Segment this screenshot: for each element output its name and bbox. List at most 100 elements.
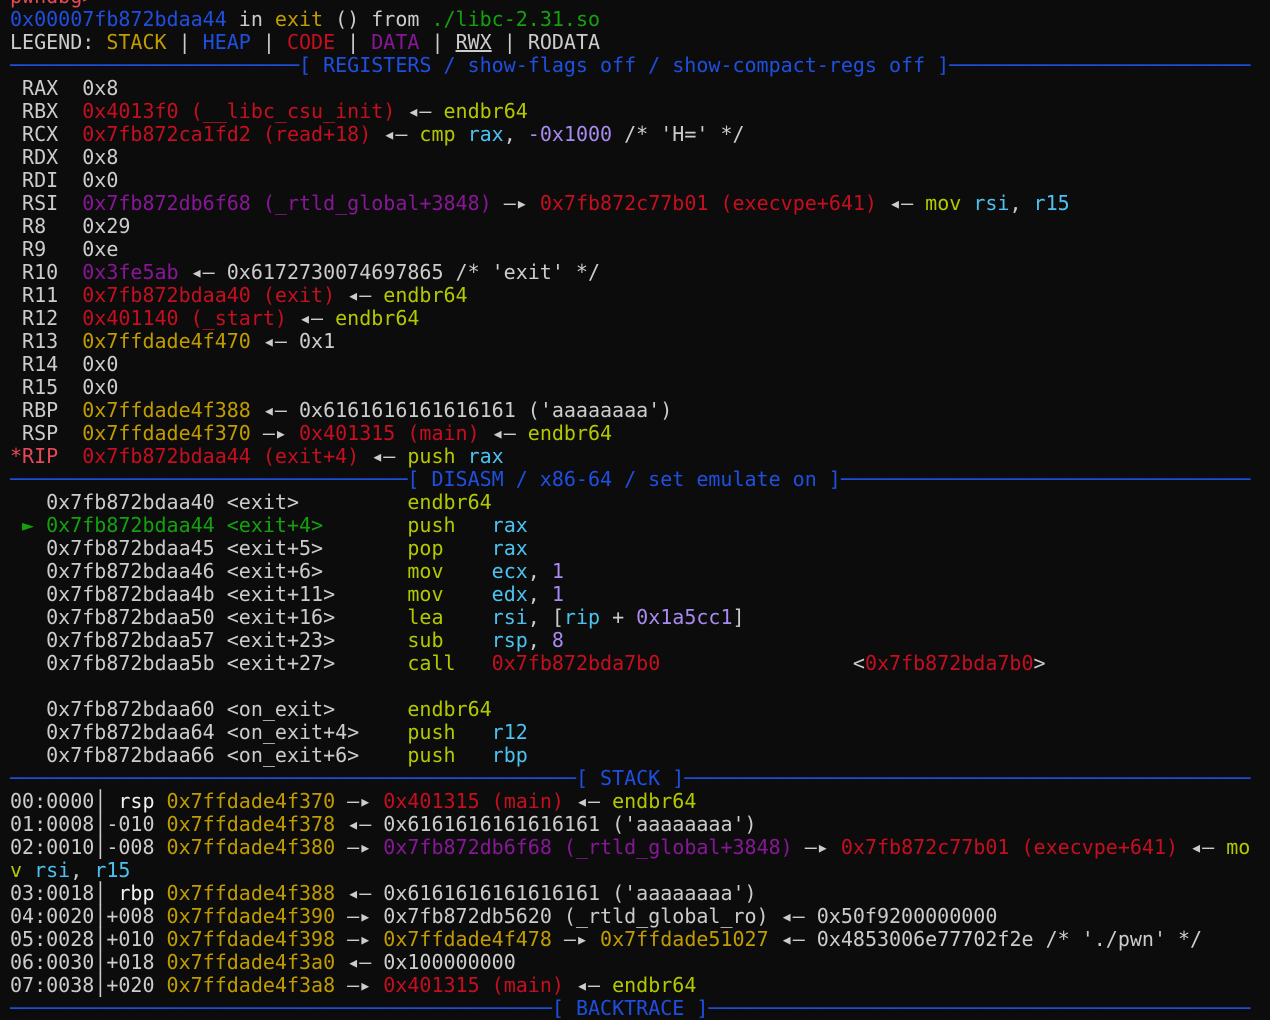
text-segment: 01:0008│-010 bbox=[10, 812, 167, 836]
text-segment: ◂— bbox=[563, 973, 613, 997]
text-segment: rsp bbox=[491, 628, 528, 652]
divider: ───────────────────────────────── bbox=[10, 467, 408, 491]
terminal-line: 02:0010│-008 0x7ffdade4f380 —▸ 0x7fb872d… bbox=[10, 836, 1250, 859]
text-segment bbox=[323, 513, 407, 537]
text-segment: R14 0x0 bbox=[10, 352, 119, 376]
text-segment: ◂— 0x6161616161616161 ('aaaaaaaa') bbox=[335, 881, 757, 905]
text-segment: endbr64 bbox=[335, 306, 420, 330]
text-segment: 04:0020│+008 bbox=[10, 904, 167, 928]
text-segment: 0x7ffdade4f390 bbox=[166, 904, 336, 928]
text-segment: 0x7fb872bdaa44 <exit+4> bbox=[46, 513, 324, 537]
text-segment: endbr64 bbox=[527, 421, 613, 445]
text-segment: STACK bbox=[106, 30, 167, 54]
text-segment: 03:0018│ bbox=[10, 881, 119, 905]
divider: ────────────────────────────────────────… bbox=[708, 996, 1251, 1020]
text-segment: ◂— bbox=[371, 122, 420, 146]
section-title: [ BACKTRACE ] bbox=[551, 996, 709, 1020]
text-segment bbox=[155, 881, 167, 905]
terminal-line: 0x7fb872bdaa45 <exit+5> pop rax bbox=[10, 537, 1250, 560]
text-segment: /* 'H=' */ bbox=[612, 122, 745, 146]
text-segment bbox=[660, 651, 853, 675]
text-segment: sub bbox=[407, 628, 492, 652]
terminal-line: 0x7fb872bdaa57 <exit+23> sub rsp, 8 bbox=[10, 629, 1250, 652]
text-segment: rbp bbox=[491, 743, 528, 767]
terminal-line: 01:0008│-010 0x7ffdade4f378 ◂— 0x6161616… bbox=[10, 813, 1250, 836]
terminal-line: 03:0018│ rbp 0x7ffdade4f388 ◂— 0x6161616… bbox=[10, 882, 1250, 905]
terminal-line: LEGEND: STACK | HEAP | CODE | DATA | RWX… bbox=[10, 31, 1250, 54]
terminal-line: R8 0x29 bbox=[10, 215, 1250, 238]
text-segment: , bbox=[527, 628, 552, 652]
text-segment: call bbox=[407, 651, 492, 675]
terminal-line: R12 0x401140 (_start) ◂— endbr64 bbox=[10, 307, 1250, 330]
text-segment: | bbox=[335, 30, 372, 54]
text-segment: R9 0xe bbox=[10, 237, 119, 261]
text-segment: ► bbox=[10, 513, 47, 537]
text-segment: ◂— bbox=[563, 789, 613, 813]
text-segment: < bbox=[852, 651, 865, 675]
text-segment: 0x7fb872bdaa46 <exit+6> bbox=[10, 559, 408, 583]
text-segment: ◂— bbox=[395, 99, 444, 123]
text-segment: | bbox=[166, 30, 203, 54]
text-segment: endbr64 bbox=[443, 99, 528, 123]
text-segment: mov bbox=[925, 191, 974, 215]
text-segment: endbr64 bbox=[407, 697, 492, 721]
text-segment: > bbox=[1033, 651, 1046, 675]
text-segment: 0x7fb872bdaa44 (exit+4) bbox=[82, 444, 360, 468]
terminal-line: R9 0xe bbox=[10, 238, 1250, 261]
text-segment: ◂— bbox=[1178, 835, 1227, 859]
text-segment: —▸ bbox=[551, 927, 601, 951]
text-segment: RDX 0x8 bbox=[10, 145, 119, 169]
text-segment: 0x7ffdade4f388 bbox=[166, 881, 336, 905]
text-segment: 0x7fb872db6f68 (_rtld_global+3848) bbox=[82, 191, 492, 215]
text-segment: 0x401315 (main) bbox=[383, 789, 564, 813]
text-segment: 0x7fb872bdaa57 <exit+23> bbox=[10, 628, 408, 652]
text-segment: 0x7ffdade4f478 bbox=[383, 927, 552, 951]
terminal-line: 0x7fb872bdaa66 <on_exit+6> push rbp bbox=[10, 744, 1250, 767]
terminal-line: R15 0x0 bbox=[10, 376, 1250, 399]
text-segment: 0x7fb872bdaa45 <exit+5> bbox=[10, 536, 408, 560]
terminal-line: RBP 0x7ffdade4f388 ◂— 0x6161616161616161… bbox=[10, 399, 1250, 422]
text-segment: endbr64 bbox=[407, 490, 492, 514]
text-segment: 06:0030│+018 bbox=[10, 950, 167, 974]
terminal-line: 0x7fb872bdaa50 <exit+16> lea rsi, [rip +… bbox=[10, 606, 1250, 629]
text-segment: endbr64 bbox=[612, 789, 697, 813]
text-segment: r15 bbox=[1033, 191, 1070, 215]
text-segment: | bbox=[419, 30, 456, 54]
text-segment: 0x7fb872bdaa40 <exit> bbox=[10, 490, 408, 514]
text-segment: 0x3fe5ab bbox=[82, 260, 179, 284]
text-segment: 0x401315 (main) bbox=[299, 421, 480, 445]
text-segment: v bbox=[10, 858, 35, 882]
text-segment: exit bbox=[274, 7, 324, 31]
text-segment: rsi bbox=[34, 858, 71, 882]
section-title: [ STACK ] bbox=[575, 766, 685, 790]
text-segment: —▸ 0x7fb872db5620 (_rtld_global_ro) ◂— 0… bbox=[335, 904, 998, 928]
section-separator: ─────────────────────────────────[ DISAS… bbox=[10, 468, 1250, 491]
text-segment: 0x4013f0 (__libc_csu_init) bbox=[82, 99, 396, 123]
section-separator: ────────────────────────────────────────… bbox=[10, 997, 1250, 1020]
text-segment: 0x7ffdade4f370 bbox=[166, 789, 336, 813]
text-segment: 0x401140 (_start) bbox=[82, 306, 287, 330]
text-segment: RWX bbox=[455, 30, 492, 54]
terminal-output[interactable]: pwndbg>0x00007fb872bdaa44 in exit () fro… bbox=[10, 0, 1250, 1020]
text-segment: push bbox=[407, 444, 468, 468]
text-segment: 0x7ffdade51027 bbox=[600, 927, 769, 951]
terminal-line: 07:0038│+020 0x7ffdade4f3a8 —▸ 0x401315 … bbox=[10, 974, 1250, 997]
text-segment: endbr64 bbox=[612, 973, 697, 997]
terminal-line: 0x7fb872bdaa4b <exit+11> mov edx, 1 bbox=[10, 583, 1250, 606]
text-segment: 0x7fb872ca1fd2 (read+18) bbox=[82, 122, 372, 146]
text-segment: mov bbox=[407, 559, 492, 583]
terminal-line: ► 0x7fb872bdaa44 <exit+4> push rax bbox=[10, 514, 1250, 537]
text-segment: , [ bbox=[527, 605, 564, 629]
text-segment: mov bbox=[407, 582, 492, 606]
text-segment: r15 bbox=[94, 858, 131, 882]
terminal-line: *RIP 0x7fb872bdaa44 (exit+4) ◂— push rax bbox=[10, 445, 1250, 468]
text-segment: 1 bbox=[551, 559, 564, 583]
divider: ───────────────────────── bbox=[949, 53, 1251, 77]
text-segment: edx bbox=[491, 582, 528, 606]
text-segment: 0x7fb872bda7b0 bbox=[491, 651, 661, 675]
text-segment: , bbox=[527, 582, 552, 606]
text-segment: R10 bbox=[10, 260, 83, 284]
text-segment: RBX bbox=[10, 99, 83, 123]
terminal-line: 0x7fb872bdaa5b <exit+27> call 0x7fb872bd… bbox=[10, 652, 1250, 675]
terminal-line: RAX 0x8 bbox=[10, 77, 1250, 100]
